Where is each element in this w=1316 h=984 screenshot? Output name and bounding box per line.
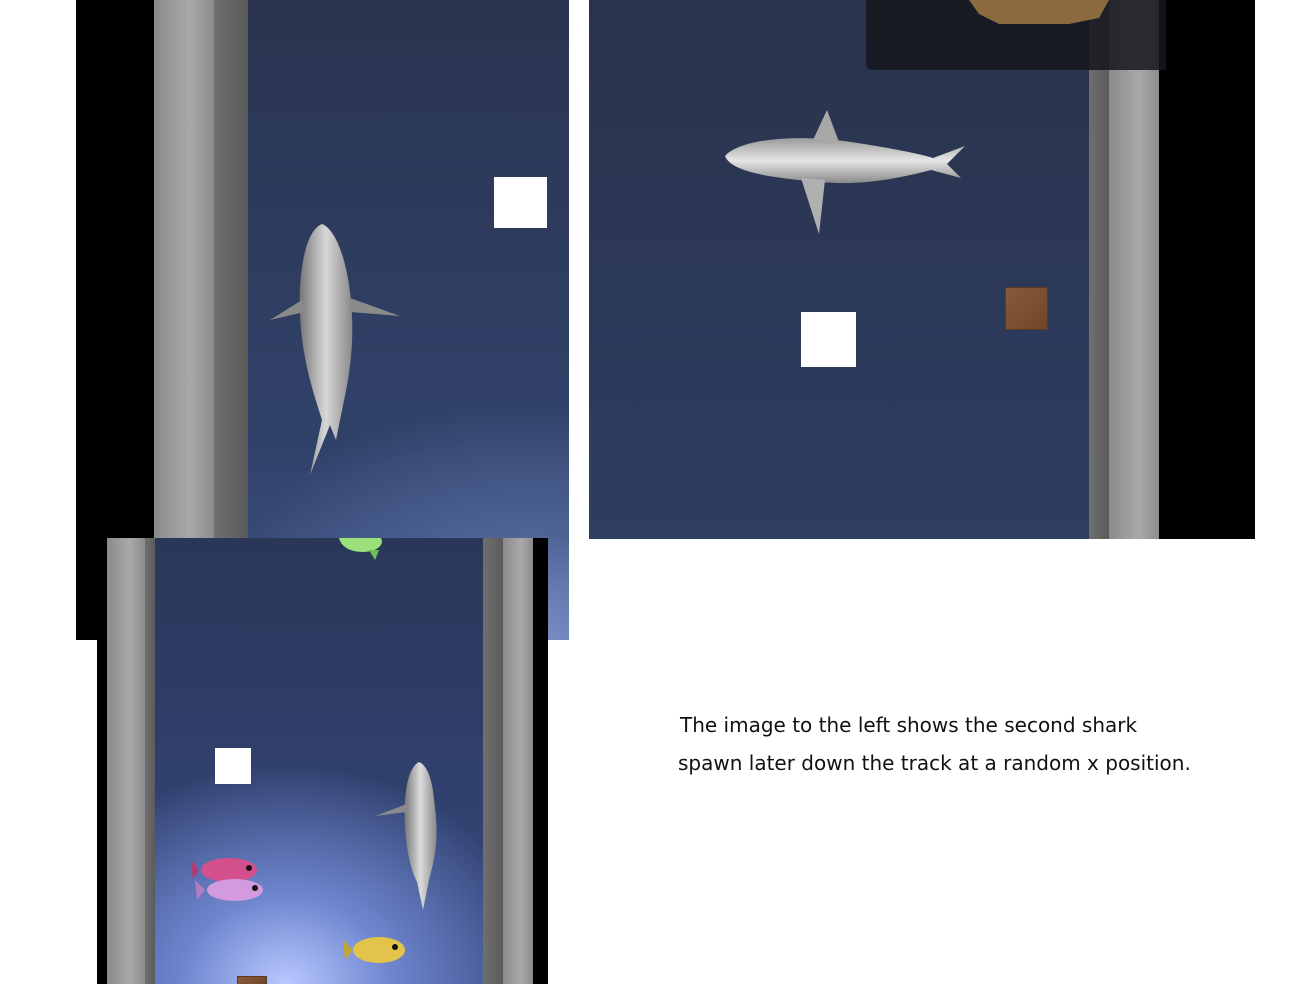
caption-line-2: spawn later down the track at a random x… bbox=[678, 751, 1191, 775]
screenshot-top-right bbox=[589, 0, 1255, 539]
fish-pink-icon bbox=[191, 858, 263, 901]
crate-icon bbox=[1005, 287, 1048, 330]
white-block bbox=[801, 312, 856, 367]
rock-icon bbox=[969, 0, 1109, 24]
caption-line-1: The image to the left shows the second s… bbox=[680, 713, 1138, 737]
fish-green-icon bbox=[339, 538, 382, 560]
water-surface bbox=[589, 0, 1089, 539]
screenshot-bottom-left bbox=[97, 538, 548, 984]
shark-icon bbox=[725, 110, 965, 234]
white-block bbox=[494, 177, 547, 228]
crate-icon bbox=[237, 976, 267, 984]
shark-icon bbox=[270, 224, 400, 475]
shark-icon bbox=[375, 762, 437, 910]
white-block bbox=[215, 748, 251, 784]
fish-yellow-icon bbox=[343, 937, 405, 963]
caption-text: The image to the left shows the second s… bbox=[678, 706, 1240, 782]
